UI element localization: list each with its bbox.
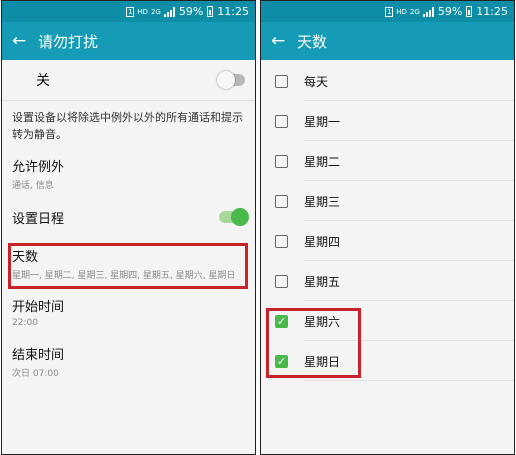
description-text: 设置设备以将除选中例外以外的所有通话和提示转为静音。 — [12, 111, 243, 141]
main-switch-toggle[interactable] — [217, 71, 245, 89]
day-label: 星期二 — [304, 154, 341, 169]
hd-label: HD — [396, 7, 407, 16]
do-not-disturb-screen: 1 HD 2G 59% 11:25 ← 请勿打扰 关 设置设备以将除选中例外以外… — [1, 0, 256, 455]
battery-percent: 59% — [437, 5, 463, 18]
annotation-highlight-box — [8, 243, 248, 289]
checkbox-icon[interactable] — [275, 274, 288, 288]
set-schedule-title: 设置日程 — [12, 211, 65, 227]
toggle-knob — [231, 208, 249, 226]
status-bar: 1 HD 2G 59% 11:25 — [261, 1, 514, 22]
day-item-everyday[interactable]: 每天 — [261, 61, 514, 101]
allow-exceptions-title: 允许例外 — [12, 160, 65, 175]
network-type-label: 2G — [409, 7, 420, 16]
day-item-friday[interactable]: 星期五 — [261, 261, 514, 301]
end-time-item[interactable]: 结束时间 次日 07:00 — [2, 344, 255, 379]
toggle-knob — [217, 71, 235, 89]
day-item-monday[interactable]: 星期一 — [261, 101, 514, 141]
toolbar: ← 天数 — [261, 22, 514, 60]
back-arrow-icon[interactable]: ← — [271, 31, 293, 51]
day-label: 星期五 — [304, 274, 341, 289]
main-switch-row[interactable]: 关 — [2, 60, 255, 101]
battery-icon — [466, 6, 473, 17]
day-item-wednesday[interactable]: 星期三 — [261, 181, 514, 221]
start-time-item[interactable]: 开始时间 22:00 — [2, 296, 255, 328]
set-schedule-item[interactable]: 设置日程 — [2, 199, 255, 235]
start-time-title: 开始时间 — [12, 300, 65, 315]
checkbox-icon[interactable] — [275, 234, 288, 248]
set-schedule-toggle[interactable] — [219, 208, 249, 226]
toolbar: ← 请勿打扰 — [2, 22, 255, 60]
back-arrow-icon[interactable]: ← — [12, 31, 34, 51]
main-switch-label: 关 — [36, 73, 50, 89]
checkbox-icon[interactable] — [275, 154, 288, 168]
day-label: 星期四 — [304, 234, 341, 249]
day-label: 每天 — [304, 74, 329, 89]
checkbox-icon[interactable] — [275, 194, 288, 208]
hd-label: HD — [137, 7, 148, 16]
allow-exceptions-item[interactable]: 允许例外 通话, 信息 — [2, 156, 255, 191]
network-type-label: 2G — [150, 7, 161, 16]
signal-icon — [163, 6, 175, 17]
annotation-highlight-box — [266, 308, 361, 378]
checkbox-icon[interactable] — [275, 74, 288, 88]
battery-percent: 59% — [178, 5, 204, 18]
clock: 11:25 — [476, 5, 508, 18]
allow-exceptions-summary: 通话, 信息 — [12, 181, 54, 191]
checkbox-icon[interactable] — [275, 114, 288, 128]
end-time-value: 次日 07:00 — [12, 369, 59, 379]
clock: 11:25 — [217, 5, 249, 18]
page-title: 天数 — [297, 32, 328, 51]
day-label: 星期三 — [304, 194, 341, 209]
day-item-thursday[interactable]: 星期四 — [261, 221, 514, 261]
sim-icon: 1 — [385, 6, 394, 17]
start-time-value: 22:00 — [12, 318, 38, 328]
status-bar: 1 HD 2G 59% 11:25 — [2, 1, 255, 22]
signal-icon — [422, 6, 434, 17]
battery-icon — [207, 6, 214, 17]
end-time-title: 结束时间 — [12, 348, 65, 363]
day-label: 星期一 — [304, 114, 341, 129]
page-title: 请勿打扰 — [38, 32, 99, 51]
days-screen: 1 HD 2G 59% 11:25 ← 天数 每天 星期一 星期二 星期三 星期… — [260, 0, 515, 455]
day-item-tuesday[interactable]: 星期二 — [261, 141, 514, 181]
sim-icon: 1 — [126, 6, 135, 17]
